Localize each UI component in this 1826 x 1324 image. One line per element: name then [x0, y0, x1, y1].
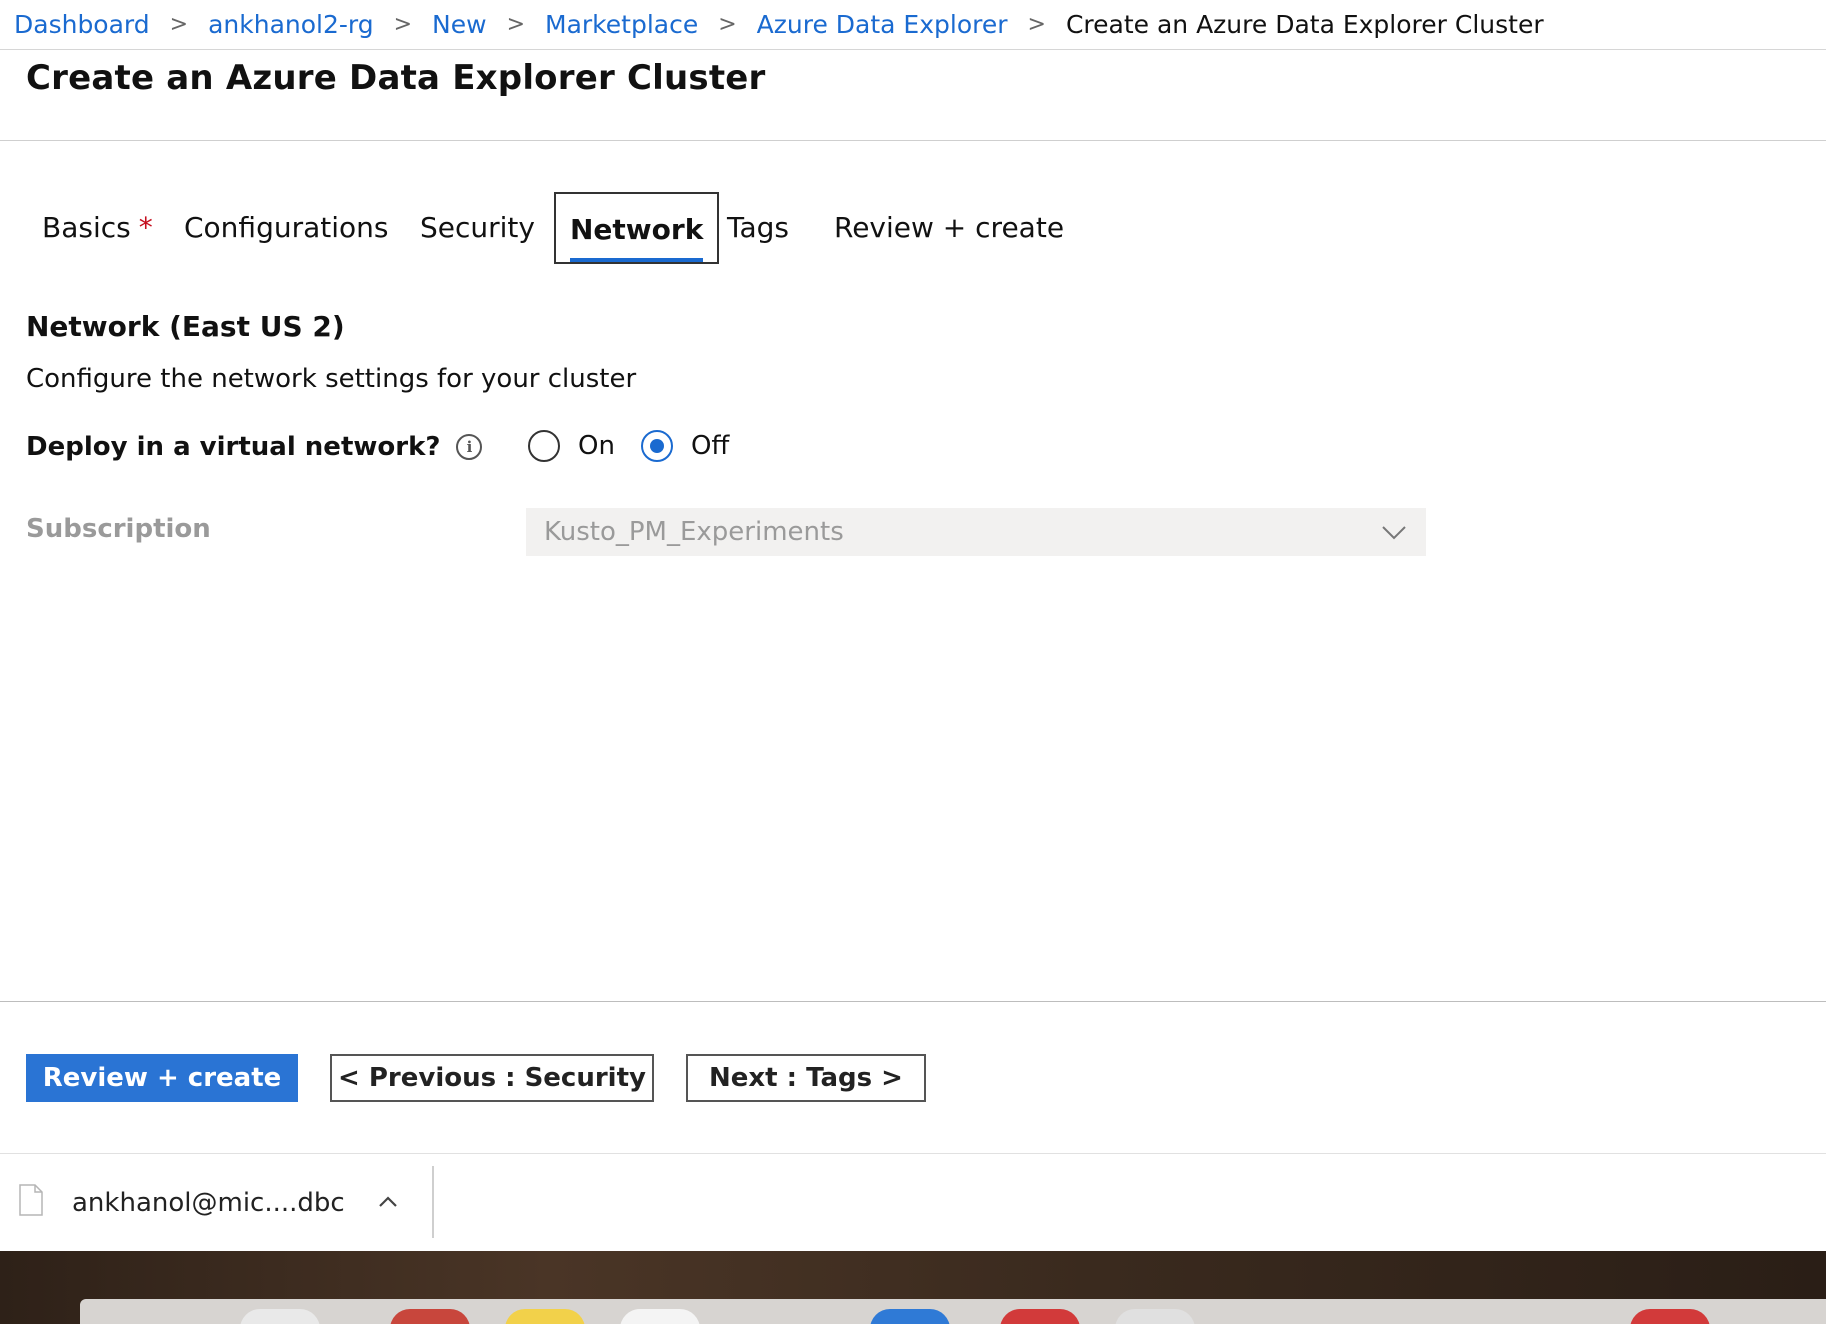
tab-basics[interactable]: Basics * [42, 192, 153, 264]
radio-off-circle[interactable] [640, 430, 673, 462]
next-button[interactable]: Next : Tags > [686, 1054, 926, 1102]
breadcrumb-resource-group[interactable]: ankhanol2-rg [208, 10, 374, 39]
dock-app-icon[interactable] [505, 1309, 585, 1324]
tab-basics-label: Basics [42, 211, 131, 244]
download-bar: ankhanol@mic....dbc [0, 1153, 1826, 1251]
section-heading: Network (East US 2) [26, 310, 345, 343]
chevron-right-icon: > [506, 12, 526, 37]
dock-app-icon[interactable] [1115, 1309, 1195, 1324]
tab-review-create[interactable]: Review + create [834, 192, 1064, 264]
breadcrumb-current: Create an Azure Data Explorer Cluster [1065, 10, 1544, 39]
wizard-tabs: Basics * Configurations Security Network … [0, 192, 1200, 264]
chevron-right-icon: > [1027, 12, 1046, 37]
review-create-button[interactable]: Review + create [26, 1054, 298, 1102]
tab-security[interactable]: Security [420, 192, 535, 264]
breadcrumb-marketplace[interactable]: Marketplace [545, 10, 698, 39]
page-title: Create an Azure Data Explorer Cluster [26, 58, 766, 98]
title-divider [0, 140, 1826, 141]
download-file-name[interactable]: ankhanol@mic....dbc [72, 1188, 345, 1218]
dock-app-icon[interactable] [1630, 1309, 1710, 1324]
dock-app-icon[interactable] [240, 1309, 320, 1324]
tab-configurations-label: Configurations [184, 211, 389, 244]
chevron-right-icon: > [393, 12, 413, 37]
dock-app-icon[interactable] [390, 1309, 470, 1324]
chevron-right-icon: > [718, 12, 737, 37]
dock-app-icon[interactable] [870, 1309, 950, 1324]
deploy-vnet-label: Deploy in a virtual network? i [26, 432, 483, 462]
radio-on[interactable]: On [528, 430, 615, 462]
dock-app-icon[interactable] [1000, 1309, 1080, 1324]
footer-divider [0, 1001, 1826, 1002]
chevron-down-icon [1382, 526, 1406, 540]
deploy-vnet-radio-group: On Off [528, 426, 755, 466]
breadcrumb-new[interactable]: New [432, 10, 487, 39]
desktop-background [0, 1251, 1826, 1324]
tab-tags[interactable]: Tags [727, 192, 789, 264]
tab-review-create-label: Review + create [834, 211, 1065, 244]
radio-off-label: Off [690, 431, 730, 461]
dock-app-icon[interactable] [620, 1309, 700, 1324]
tab-network[interactable]: Network [554, 192, 720, 264]
info-icon[interactable]: i [456, 434, 483, 460]
radio-on-label: On [578, 431, 615, 461]
tab-tags-label: Tags [727, 211, 789, 244]
required-marker: * [138, 211, 153, 244]
download-separator [432, 1166, 434, 1238]
deploy-vnet-label-text: Deploy in a virtual network? [26, 432, 441, 462]
active-tab-indicator [570, 258, 704, 262]
file-icon [19, 1184, 43, 1216]
subscription-label-text: Subscription [26, 514, 211, 544]
tab-configurations[interactable]: Configurations [184, 192, 388, 264]
tab-security-label: Security [420, 211, 535, 244]
radio-off[interactable]: Off [640, 430, 730, 462]
subscription-value: Kusto_PM_Experiments [544, 517, 844, 547]
chevron-right-icon: > [169, 12, 189, 37]
breadcrumb-azure-data-explorer[interactable]: Azure Data Explorer [757, 10, 1008, 39]
radio-on-circle[interactable] [528, 430, 560, 462]
breadcrumb-dashboard[interactable]: Dashboard [14, 10, 150, 39]
subscription-label: Subscription [26, 514, 211, 544]
previous-button[interactable]: < Previous : Security [330, 1054, 654, 1102]
dock [80, 1299, 1826, 1324]
caret-up-icon[interactable] [376, 1190, 400, 1214]
section-description: Configure the network settings for your … [26, 364, 637, 394]
subscription-dropdown[interactable]: Kusto_PM_Experiments [526, 508, 1426, 556]
tab-network-label: Network [570, 213, 704, 246]
breadcrumb: Dashboard > ankhanol2-rg > New > Marketp… [0, 0, 1826, 50]
